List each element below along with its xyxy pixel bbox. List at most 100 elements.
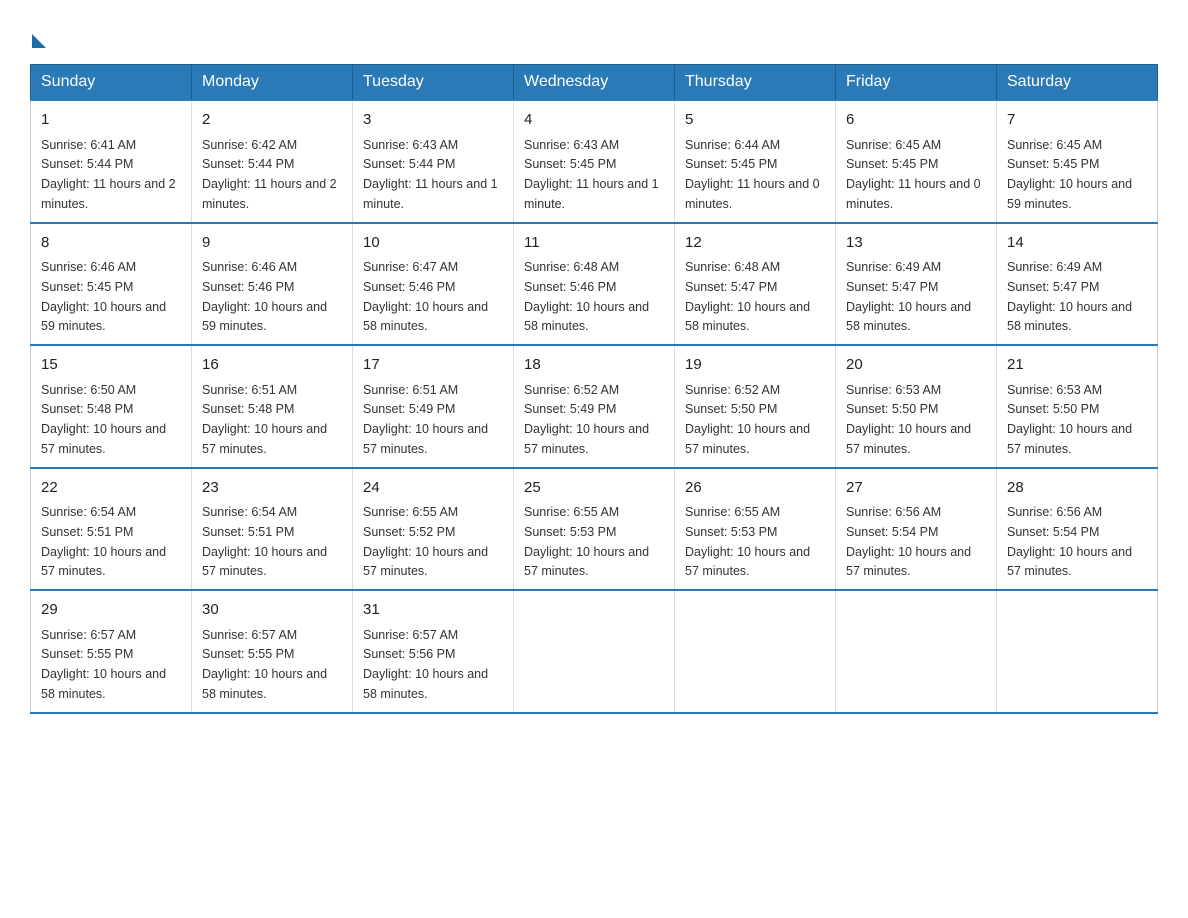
day-info: Sunrise: 6:46 AMSunset: 5:45 PMDaylight:… [41, 260, 166, 333]
day-info: Sunrise: 6:53 AMSunset: 5:50 PMDaylight:… [846, 383, 971, 456]
calendar-day-header: Monday [192, 65, 353, 101]
calendar-day-cell: 17 Sunrise: 6:51 AMSunset: 5:49 PMDaylig… [353, 345, 514, 468]
day-number: 4 [524, 109, 664, 132]
day-info: Sunrise: 6:56 AMSunset: 5:54 PMDaylight:… [846, 505, 971, 578]
day-number: 19 [685, 354, 825, 377]
day-number: 29 [41, 599, 181, 622]
day-info: Sunrise: 6:50 AMSunset: 5:48 PMDaylight:… [41, 383, 166, 456]
calendar-day-cell: 10 Sunrise: 6:47 AMSunset: 5:46 PMDaylig… [353, 223, 514, 346]
calendar-day-cell [997, 590, 1158, 713]
calendar-day-cell: 5 Sunrise: 6:44 AMSunset: 5:45 PMDayligh… [675, 100, 836, 223]
day-info: Sunrise: 6:44 AMSunset: 5:45 PMDaylight:… [685, 138, 820, 211]
day-info: Sunrise: 6:43 AMSunset: 5:44 PMDaylight:… [363, 138, 498, 211]
calendar-day-cell: 18 Sunrise: 6:52 AMSunset: 5:49 PMDaylig… [514, 345, 675, 468]
day-info: Sunrise: 6:54 AMSunset: 5:51 PMDaylight:… [202, 505, 327, 578]
day-info: Sunrise: 6:57 AMSunset: 5:56 PMDaylight:… [363, 628, 488, 701]
calendar-day-cell [836, 590, 997, 713]
day-number: 1 [41, 109, 181, 132]
day-info: Sunrise: 6:53 AMSunset: 5:50 PMDaylight:… [1007, 383, 1132, 456]
day-info: Sunrise: 6:55 AMSunset: 5:52 PMDaylight:… [363, 505, 488, 578]
day-number: 14 [1007, 232, 1147, 255]
calendar-day-header: Wednesday [514, 65, 675, 101]
day-info: Sunrise: 6:41 AMSunset: 5:44 PMDaylight:… [41, 138, 176, 211]
day-info: Sunrise: 6:48 AMSunset: 5:46 PMDaylight:… [524, 260, 649, 333]
day-info: Sunrise: 6:42 AMSunset: 5:44 PMDaylight:… [202, 138, 337, 211]
day-info: Sunrise: 6:47 AMSunset: 5:46 PMDaylight:… [363, 260, 488, 333]
calendar-day-cell: 7 Sunrise: 6:45 AMSunset: 5:45 PMDayligh… [997, 100, 1158, 223]
day-number: 20 [846, 354, 986, 377]
day-info: Sunrise: 6:54 AMSunset: 5:51 PMDaylight:… [41, 505, 166, 578]
calendar-day-cell: 26 Sunrise: 6:55 AMSunset: 5:53 PMDaylig… [675, 468, 836, 591]
day-info: Sunrise: 6:46 AMSunset: 5:46 PMDaylight:… [202, 260, 327, 333]
day-info: Sunrise: 6:45 AMSunset: 5:45 PMDaylight:… [846, 138, 981, 211]
day-number: 23 [202, 477, 342, 500]
calendar-day-header: Sunday [31, 65, 192, 101]
calendar-day-header: Tuesday [353, 65, 514, 101]
day-info: Sunrise: 6:51 AMSunset: 5:49 PMDaylight:… [363, 383, 488, 456]
day-info: Sunrise: 6:55 AMSunset: 5:53 PMDaylight:… [524, 505, 649, 578]
logo-triangle-icon [32, 34, 46, 48]
calendar-day-cell: 30 Sunrise: 6:57 AMSunset: 5:55 PMDaylig… [192, 590, 353, 713]
day-number: 16 [202, 354, 342, 377]
day-number: 11 [524, 232, 664, 255]
calendar-day-cell: 8 Sunrise: 6:46 AMSunset: 5:45 PMDayligh… [31, 223, 192, 346]
day-number: 31 [363, 599, 503, 622]
day-number: 9 [202, 232, 342, 255]
calendar-day-cell: 14 Sunrise: 6:49 AMSunset: 5:47 PMDaylig… [997, 223, 1158, 346]
day-number: 25 [524, 477, 664, 500]
calendar-day-cell: 11 Sunrise: 6:48 AMSunset: 5:46 PMDaylig… [514, 223, 675, 346]
calendar-day-header: Saturday [997, 65, 1158, 101]
calendar-day-header: Friday [836, 65, 997, 101]
day-info: Sunrise: 6:52 AMSunset: 5:49 PMDaylight:… [524, 383, 649, 456]
calendar-day-cell: 23 Sunrise: 6:54 AMSunset: 5:51 PMDaylig… [192, 468, 353, 591]
day-info: Sunrise: 6:51 AMSunset: 5:48 PMDaylight:… [202, 383, 327, 456]
calendar-day-cell: 20 Sunrise: 6:53 AMSunset: 5:50 PMDaylig… [836, 345, 997, 468]
day-number: 15 [41, 354, 181, 377]
calendar-day-cell: 16 Sunrise: 6:51 AMSunset: 5:48 PMDaylig… [192, 345, 353, 468]
calendar-week-row: 8 Sunrise: 6:46 AMSunset: 5:45 PMDayligh… [31, 223, 1158, 346]
calendar-day-cell: 9 Sunrise: 6:46 AMSunset: 5:46 PMDayligh… [192, 223, 353, 346]
page-header [30, 20, 1158, 48]
day-number: 8 [41, 232, 181, 255]
day-number: 24 [363, 477, 503, 500]
calendar-day-cell: 22 Sunrise: 6:54 AMSunset: 5:51 PMDaylig… [31, 468, 192, 591]
calendar-week-row: 1 Sunrise: 6:41 AMSunset: 5:44 PMDayligh… [31, 100, 1158, 223]
day-number: 17 [363, 354, 503, 377]
day-number: 6 [846, 109, 986, 132]
day-number: 26 [685, 477, 825, 500]
calendar-day-header: Thursday [675, 65, 836, 101]
calendar-day-cell: 1 Sunrise: 6:41 AMSunset: 5:44 PMDayligh… [31, 100, 192, 223]
calendar-week-row: 15 Sunrise: 6:50 AMSunset: 5:48 PMDaylig… [31, 345, 1158, 468]
calendar-day-cell: 24 Sunrise: 6:55 AMSunset: 5:52 PMDaylig… [353, 468, 514, 591]
day-number: 27 [846, 477, 986, 500]
day-info: Sunrise: 6:43 AMSunset: 5:45 PMDaylight:… [524, 138, 659, 211]
calendar-table: SundayMondayTuesdayWednesdayThursdayFrid… [30, 64, 1158, 714]
calendar-day-cell: 25 Sunrise: 6:55 AMSunset: 5:53 PMDaylig… [514, 468, 675, 591]
day-info: Sunrise: 6:45 AMSunset: 5:45 PMDaylight:… [1007, 138, 1132, 211]
calendar-day-cell [514, 590, 675, 713]
day-number: 30 [202, 599, 342, 622]
calendar-day-cell: 31 Sunrise: 6:57 AMSunset: 5:56 PMDaylig… [353, 590, 514, 713]
calendar-day-cell: 15 Sunrise: 6:50 AMSunset: 5:48 PMDaylig… [31, 345, 192, 468]
calendar-day-cell: 29 Sunrise: 6:57 AMSunset: 5:55 PMDaylig… [31, 590, 192, 713]
day-info: Sunrise: 6:49 AMSunset: 5:47 PMDaylight:… [846, 260, 971, 333]
day-number: 7 [1007, 109, 1147, 132]
calendar-day-cell: 19 Sunrise: 6:52 AMSunset: 5:50 PMDaylig… [675, 345, 836, 468]
day-info: Sunrise: 6:55 AMSunset: 5:53 PMDaylight:… [685, 505, 810, 578]
day-number: 2 [202, 109, 342, 132]
day-number: 3 [363, 109, 503, 132]
day-number: 10 [363, 232, 503, 255]
calendar-day-cell: 13 Sunrise: 6:49 AMSunset: 5:47 PMDaylig… [836, 223, 997, 346]
day-info: Sunrise: 6:48 AMSunset: 5:47 PMDaylight:… [685, 260, 810, 333]
day-info: Sunrise: 6:52 AMSunset: 5:50 PMDaylight:… [685, 383, 810, 456]
day-number: 18 [524, 354, 664, 377]
day-number: 21 [1007, 354, 1147, 377]
calendar-day-cell: 6 Sunrise: 6:45 AMSunset: 5:45 PMDayligh… [836, 100, 997, 223]
calendar-day-cell: 27 Sunrise: 6:56 AMSunset: 5:54 PMDaylig… [836, 468, 997, 591]
day-number: 5 [685, 109, 825, 132]
calendar-day-cell: 28 Sunrise: 6:56 AMSunset: 5:54 PMDaylig… [997, 468, 1158, 591]
day-number: 22 [41, 477, 181, 500]
calendar-day-cell [675, 590, 836, 713]
calendar-header-row: SundayMondayTuesdayWednesdayThursdayFrid… [31, 65, 1158, 101]
calendar-day-cell: 4 Sunrise: 6:43 AMSunset: 5:45 PMDayligh… [514, 100, 675, 223]
